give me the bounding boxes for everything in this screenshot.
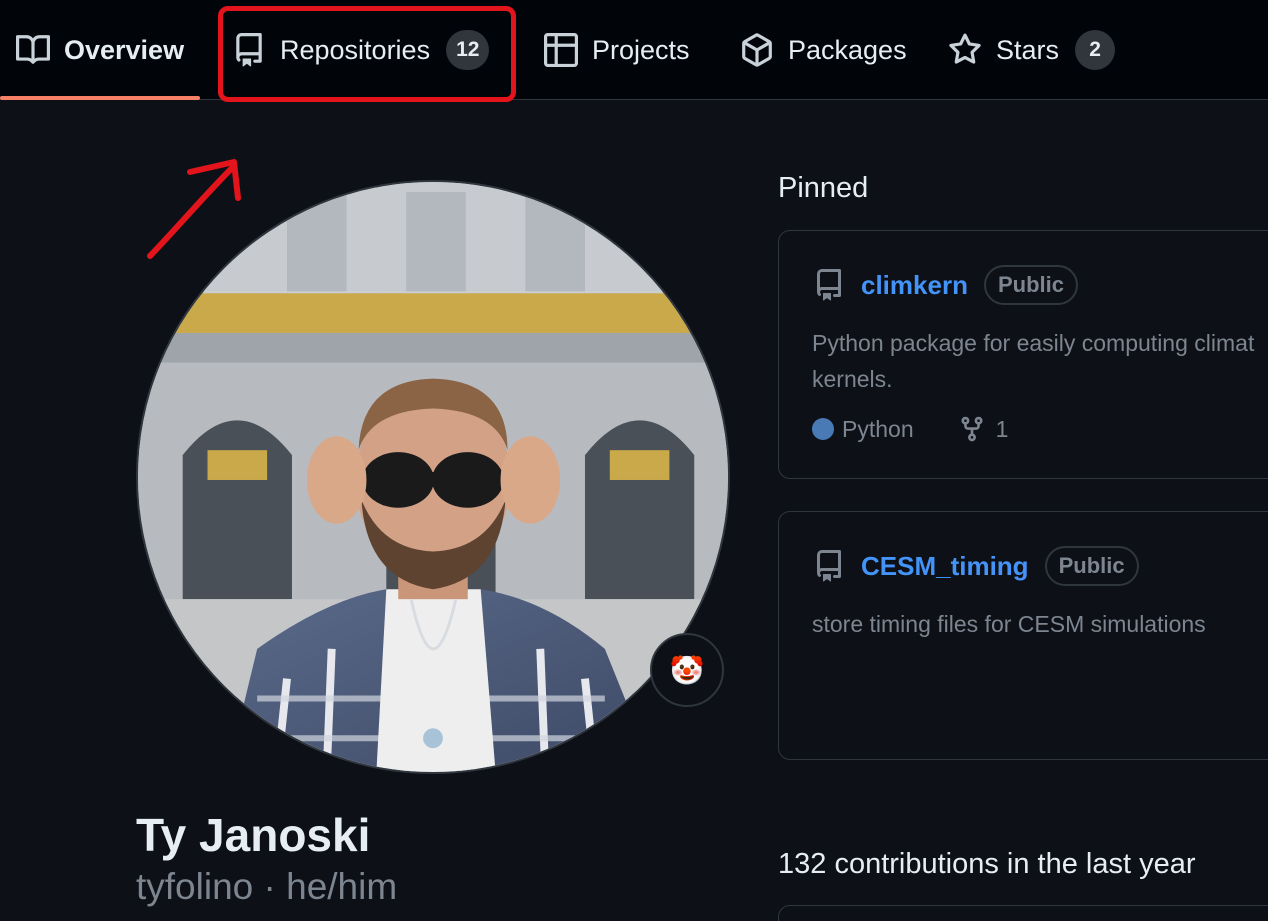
repo-link-cesm-timing[interactable]: CESM_timing — [861, 551, 1029, 582]
repo-link-climkern[interactable]: climkern — [861, 270, 968, 301]
contributions-calendar-card — [778, 905, 1268, 921]
repo-icon — [813, 549, 845, 583]
tab-packages-label: Packages — [788, 34, 907, 65]
profile-page: Overview Repositories 12 Projects Packag… — [0, 0, 1268, 921]
profile-name: Ty Janoski — [136, 809, 371, 861]
selected-tab-indicator — [0, 96, 200, 100]
tab-stars[interactable]: Stars 2 — [948, 0, 1116, 100]
language-color-dot — [812, 418, 834, 440]
pinned-repo-header: climkern Public — [813, 265, 1078, 305]
visibility-badge: Public — [983, 265, 1078, 305]
tab-overview-label: Overview — [64, 34, 185, 65]
avatar[interactable] — [136, 180, 730, 774]
visibility-badge: Public — [1044, 546, 1139, 586]
profile-tab-nav: Overview Repositories 12 Projects Packag… — [0, 0, 1268, 100]
annotation-arrow — [147, 159, 241, 259]
repo-description: store timing files for CESM simulations — [812, 606, 1268, 642]
tab-packages[interactable]: Packages — [740, 0, 907, 100]
fork-count[interactable]: 1 — [996, 416, 1009, 443]
tab-projects[interactable]: Projects — [544, 0, 690, 100]
tab-stars-label: Stars — [996, 34, 1060, 65]
pinned-repo-header: CESM_timing Public — [813, 546, 1139, 586]
repo-description-line-1: store timing files for CESM simulations — [812, 611, 1206, 637]
repo-language: Python — [842, 415, 914, 442]
status-emoji-button[interactable]: 🤡 — [650, 633, 724, 707]
pinned-heading: Pinned — [778, 172, 869, 204]
tab-repositories[interactable]: Repositories 12 — [232, 0, 490, 100]
fork-icon[interactable] — [958, 414, 986, 444]
tab-projects-label: Projects — [592, 34, 690, 65]
stars-count-badge: 2 — [1075, 30, 1116, 70]
book-icon — [16, 33, 50, 67]
repo-description-line-1: Python package for easily computing clim… — [812, 330, 1255, 356]
profile-login-pronouns: tyfolino · he/him — [136, 866, 398, 907]
contributions-heading: 132 contributions in the last year — [778, 848, 1196, 880]
tab-repositories-label: Repositories — [280, 34, 431, 65]
clown-face-icon: 🤡 — [669, 654, 705, 686]
repo-icon — [813, 268, 845, 302]
tab-overview[interactable]: Overview — [16, 0, 184, 100]
pinned-repo-card: climkern Public Python package for easil… — [778, 230, 1268, 479]
repo-description: Python package for easily computing clim… — [812, 325, 1268, 397]
star-icon — [948, 33, 982, 67]
repositories-count-badge: 12 — [446, 30, 490, 70]
repo-meta: Python 1 — [812, 414, 1008, 444]
package-icon — [740, 33, 774, 67]
repo-description-line-2: kernels. — [812, 366, 893, 392]
repo-icon — [232, 33, 266, 67]
table-icon — [544, 33, 578, 67]
pinned-repo-card: CESM_timing Public store timing files fo… — [778, 511, 1268, 760]
